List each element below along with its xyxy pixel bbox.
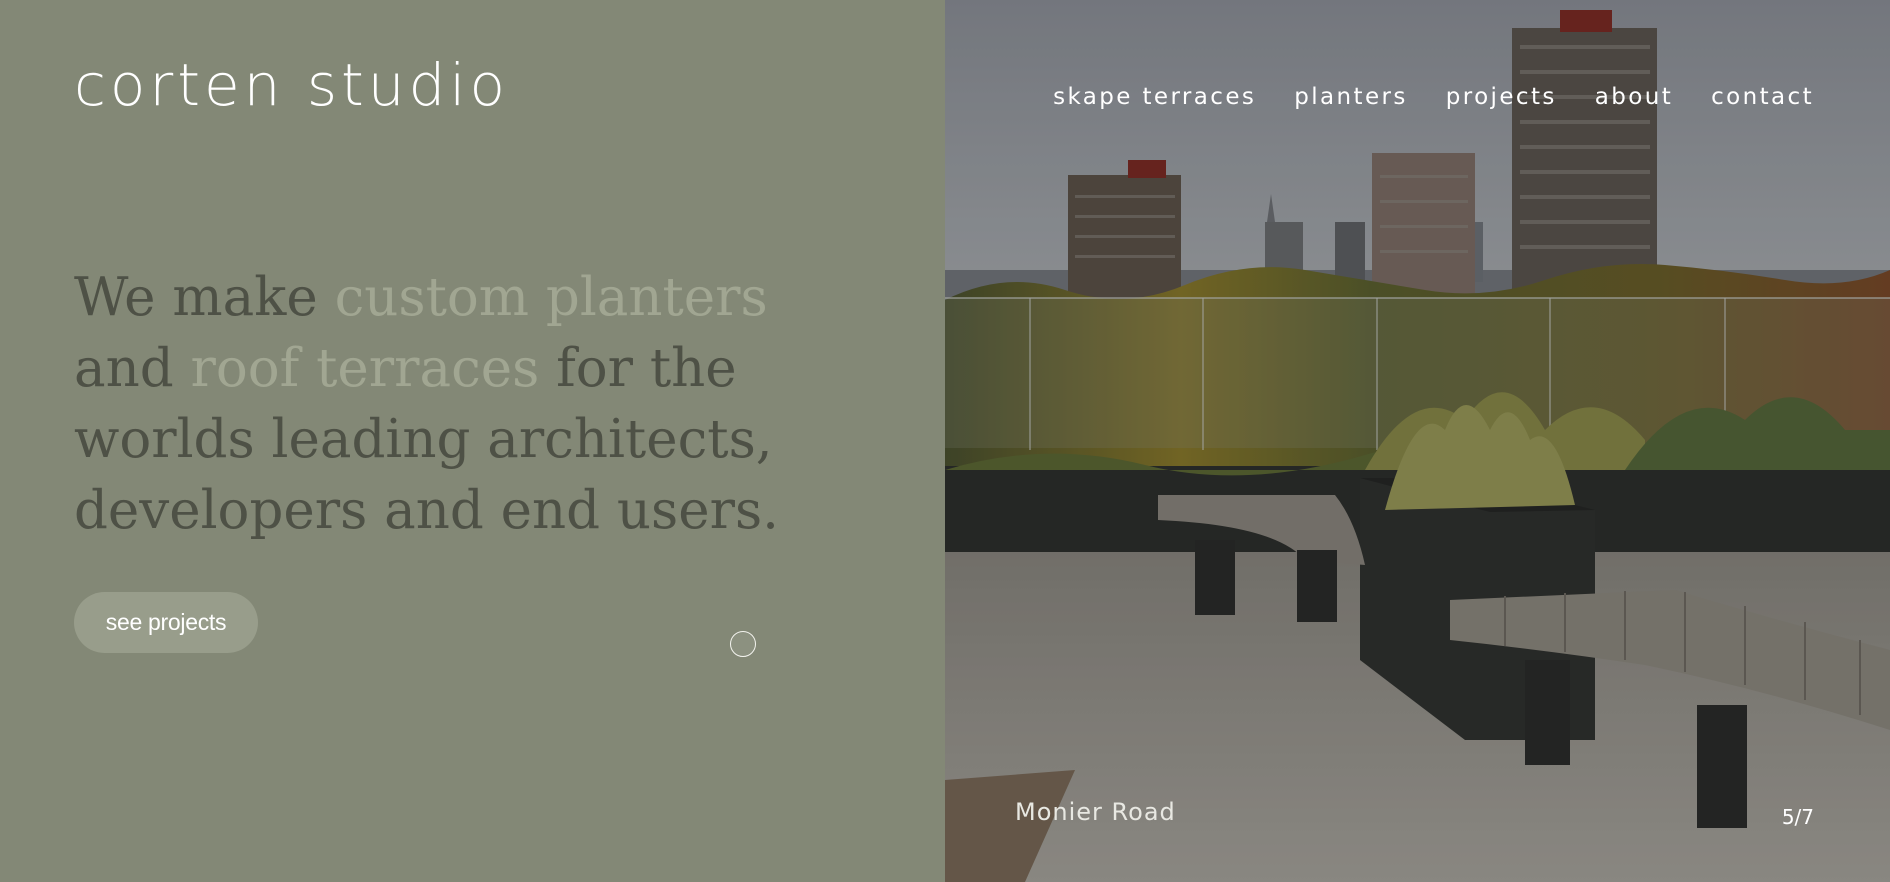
- intro-text-2: and: [74, 338, 191, 399]
- nav-item-projects[interactable]: projects: [1446, 84, 1557, 110]
- logo[interactable]: corten studio: [74, 56, 509, 114]
- nav-item-skape-terraces[interactable]: skape terraces: [1053, 84, 1256, 110]
- nav-item-planters[interactable]: planters: [1294, 84, 1407, 110]
- intro-highlight-custom-planters: custom planters: [334, 267, 768, 328]
- nav-item-contact[interactable]: contact: [1711, 84, 1814, 110]
- homepage: corten studio We make custom planters an…: [0, 0, 1890, 882]
- intro-text-1: We make: [74, 267, 335, 328]
- slide-counter: 5/7: [1781, 805, 1814, 829]
- main-nav: skape terraces planters projects about c…: [1053, 84, 1814, 110]
- nav-item-about[interactable]: about: [1595, 84, 1673, 110]
- intro-statement: We make custom planters and roof terrace…: [74, 262, 794, 546]
- intro-highlight-roof-terraces: roof terraces: [190, 338, 540, 399]
- intro-panel: corten studio We make custom planters an…: [0, 0, 945, 882]
- hero-slideshow[interactable]: [945, 0, 1890, 882]
- cursor-ring-icon: [730, 631, 756, 657]
- hero-photo: [945, 0, 1890, 882]
- slide-caption: Monier Road: [1015, 798, 1176, 826]
- see-projects-button[interactable]: see projects: [74, 592, 258, 653]
